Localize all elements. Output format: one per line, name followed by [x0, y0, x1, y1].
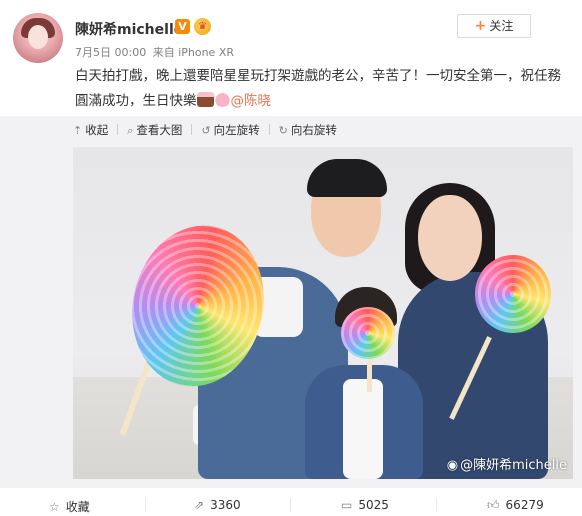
action-divider: [290, 498, 291, 512]
toolbar-divider: [268, 124, 270, 135]
mom-face: [418, 195, 482, 281]
plus-icon: +: [474, 18, 487, 34]
favorite-label: 收藏: [65, 500, 90, 514]
kid-shirt: [343, 379, 383, 479]
follow-button[interactable]: + 关注: [457, 14, 531, 38]
collapse-label: 收起: [85, 123, 109, 137]
username[interactable]: 陳妍希michelle: [75, 19, 183, 39]
zoom-icon: ⌕: [127, 124, 134, 137]
mention-link[interactable]: @陈晓: [231, 93, 272, 109]
thumbs-up-icon: 👍︎: [487, 498, 500, 512]
rotate-right-label: 向右旋转: [290, 123, 337, 137]
star-icon: ☆: [49, 500, 60, 514]
collapse-icon: ⇡: [73, 124, 83, 137]
timestamp[interactable]: 7月5日 00:00: [75, 46, 146, 59]
photo-watermark: ◉ @陳妍希michelle: [447, 454, 567, 473]
dad-hair: [307, 159, 387, 197]
lollipop-swirl: [475, 255, 551, 333]
follow-label: 关注: [489, 19, 514, 33]
post-photo[interactable]: ◉ @陳妍希michelle: [73, 147, 573, 479]
weibo-post-card: 陳妍希michelle V ♛ 7月5日 00:00 来自 iPhone XR …: [0, 0, 582, 516]
toolbar-divider: [117, 124, 119, 135]
post-meta: 7月5日 00:00 来自 iPhone XR: [75, 44, 234, 60]
crown-icon: ♛: [194, 18, 211, 35]
lollipop-swirl: [341, 307, 395, 359]
repost-button[interactable]: ⇗ 3360: [194, 498, 241, 514]
action-divider: [436, 498, 437, 512]
toolbar-divider: [191, 124, 193, 135]
media-toolbar: ⇡ 收起 ⌕ 查看大图 ↺ 向左旋转 ↻ 向右旋转: [73, 122, 346, 140]
rotate-left-button[interactable]: ↺ 向左旋转: [201, 122, 259, 138]
action-divider: [145, 498, 146, 512]
avatar[interactable]: [13, 13, 63, 63]
media-section: ⇡ 收起 ⌕ 查看大图 ↺ 向左旋转 ↻ 向右旋转 ◉ @陳妍希michelle: [0, 116, 582, 488]
repost-count: 3360: [210, 498, 241, 512]
collapse-button[interactable]: ⇡ 收起: [73, 122, 108, 138]
comment-count: 5025: [358, 498, 389, 512]
favorite-button[interactable]: ☆ 收藏: [49, 498, 90, 514]
view-large-button[interactable]: ⌕ 查看大图: [127, 122, 182, 138]
verified-icon: V: [175, 19, 190, 34]
avatar-face: [28, 25, 48, 49]
cake-emoji-icon: [196, 92, 214, 107]
comment-icon: ▭: [341, 498, 353, 512]
like-count: 66279: [505, 498, 544, 512]
post-source: 来自 iPhone XR: [152, 46, 235, 59]
rotate-right-icon: ↻: [278, 124, 288, 137]
pig-emoji-icon: [213, 92, 231, 107]
comment-button[interactable]: ▭ 5025: [341, 498, 389, 514]
view-large-label: 查看大图: [136, 123, 183, 137]
watermark-text: @陳妍希michelle: [460, 458, 567, 473]
repost-icon: ⇗: [194, 498, 205, 512]
like-button[interactable]: 👍︎ 66279: [487, 498, 544, 514]
action-bar: ☆ 收藏 ⇗ 3360 ▭ 5025 👍︎ 66279: [0, 494, 582, 516]
rotate-left-icon: ↺: [201, 124, 211, 137]
weibo-logo-icon: ◉: [446, 458, 459, 473]
rotate-right-button[interactable]: ↻ 向右旋转: [279, 122, 337, 138]
post-text-body: 白天拍打戲，晚上還要陪星星玩打架遊戲的老公，辛苦了！一切安全第一，祝任務圓滿成功…: [75, 68, 561, 109]
rotate-left-label: 向左旋转: [213, 123, 260, 137]
post-text: 白天拍打戲，晚上還要陪星星玩打架遊戲的老公，辛苦了！一切安全第一，祝任務圓滿成功…: [75, 64, 570, 114]
